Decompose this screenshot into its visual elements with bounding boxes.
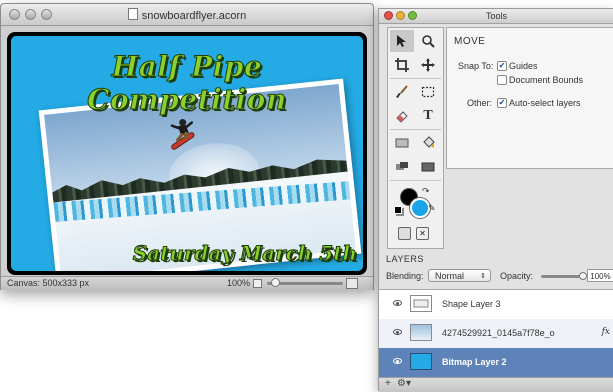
zoom-fit-icon[interactable]: [253, 279, 262, 288]
snowboarder-figure: [170, 118, 195, 150]
select-arrows-icon: ⇕: [480, 273, 486, 280]
move-options-panel: MOVE Snap To: ✔ Guides Document Bounds O…: [446, 27, 613, 169]
poster-artboard[interactable]: Half Pipe Competition Saturday March 5th: [11, 36, 363, 271]
layer-name: Shape Layer 3: [442, 299, 501, 309]
pan-tool-icon[interactable]: [416, 54, 440, 76]
move-tool-icon[interactable]: [390, 30, 414, 52]
blending-mode-select[interactable]: Normal ⇕: [428, 269, 491, 282]
layer-row[interactable]: Shape Layer 3: [379, 290, 613, 319]
layer-thumbnail: [410, 324, 432, 341]
layer-name: 4274529921_0145a7f78e_o: [442, 328, 555, 338]
visibility-eye-icon[interactable]: [393, 329, 402, 335]
other-label: Other:: [467, 98, 493, 108]
opacity-field[interactable]: 100%: [587, 269, 613, 282]
marquee-tool-icon[interactable]: [416, 81, 440, 103]
document-window: snowboardflyer.acorn Half Pipe Competiti…: [0, 3, 374, 290]
tools-title: Tools: [485, 11, 507, 21]
text-tool-icon[interactable]: T: [416, 105, 440, 127]
layer-effects-icon[interactable]: fx: [602, 327, 610, 337]
background-color-swatch[interactable]: [410, 198, 430, 218]
layer-row[interactable]: 4274529921_0145a7f78e_o fx: [379, 319, 613, 348]
gradient-tool-icon[interactable]: [390, 156, 414, 178]
tools-close-button[interactable]: [384, 11, 393, 20]
visibility-eye-icon[interactable]: [393, 358, 402, 364]
tools-titlebar[interactable]: Tools: [379, 9, 613, 24]
zoom-actual-size-icon[interactable]: [346, 278, 358, 289]
layer-thumbnail: [410, 353, 432, 370]
layer-row-selected[interactable]: Bitmap Layer 2: [379, 348, 613, 378]
document-bounds-label: Document Bounds: [509, 75, 584, 85]
canvas-size-label: Canvas: 500x333 px: [7, 278, 90, 288]
reset-colors-icon[interactable]: [394, 206, 402, 214]
auto-select-checkbox[interactable]: ✔: [497, 98, 507, 108]
document-bounds-checkbox[interactable]: [497, 75, 507, 85]
layer-list: Shape Layer 3 4274529921_0145a7f78e_o fx…: [379, 289, 613, 378]
snap-to-label: Snap To:: [458, 61, 494, 71]
document-title: snowboardflyer.acorn: [141, 10, 247, 22]
opacity-label: Opacity:: [500, 271, 534, 281]
tools-window: Tools T ↷ ✎ ✕ MOVE Snap To: ✔ Guides Doc…: [378, 8, 613, 392]
tool-palette: T ↷ ✎ ✕: [387, 27, 444, 249]
move-panel-title: MOVE: [454, 36, 486, 47]
zoom-percent-label: 100%: [227, 278, 251, 288]
layer-tool-icon[interactable]: [416, 156, 440, 178]
quick-mask-icon[interactable]: [398, 227, 411, 240]
eyedropper-icon[interactable]: ✎: [428, 203, 436, 214]
add-layer-button[interactable]: +: [385, 378, 391, 389]
layer-thumbnail: [410, 295, 432, 312]
auto-select-label: Auto-select layers: [509, 98, 581, 108]
swap-colors-icon[interactable]: ↷: [422, 186, 430, 197]
tools-minimize-button[interactable]: [396, 11, 405, 20]
fill-tool-icon[interactable]: [416, 132, 440, 154]
blending-label: Blending:: [386, 271, 424, 281]
crop-tool-icon[interactable]: [390, 54, 414, 76]
canvas-area[interactable]: Half Pipe Competition Saturday March 5th: [7, 32, 367, 275]
zoom-slider[interactable]: [267, 278, 343, 287]
poster-date-line[interactable]: Saturday March 5th: [132, 241, 357, 266]
fullscreen-icon[interactable]: ✕: [416, 227, 429, 240]
layers-header: LAYERS: [386, 254, 424, 264]
document-status-bar: Canvas: 500x333 px 100%: [1, 276, 373, 290]
layer-actions-gear-button[interactable]: ⚙▾: [397, 378, 411, 389]
poster-headline[interactable]: Half Pipe Competition: [11, 50, 363, 117]
guides-label: Guides: [509, 61, 538, 71]
tools-zoom-button[interactable]: [408, 11, 417, 20]
layer-name: Bitmap Layer 2: [442, 357, 507, 367]
zoom-slider-knob[interactable]: [270, 278, 280, 287]
visibility-eye-icon[interactable]: [393, 300, 402, 306]
zoom-tool-icon[interactable]: [416, 30, 440, 52]
rect-shape-tool-icon[interactable]: [390, 132, 414, 154]
blending-mode-value: Normal: [435, 271, 465, 281]
document-titlebar[interactable]: snowboardflyer.acorn: [1, 4, 373, 26]
brush-tool-icon[interactable]: [390, 81, 414, 103]
layers-toolbar: Blending: Normal ⇕ Opacity: 100%: [379, 269, 613, 287]
guides-checkbox[interactable]: ✔: [497, 61, 507, 71]
eraser-tool-icon[interactable]: [390, 105, 414, 127]
document-file-icon: [127, 8, 138, 20]
opacity-slider[interactable]: [541, 272, 587, 280]
opacity-slider-knob[interactable]: [579, 272, 587, 280]
